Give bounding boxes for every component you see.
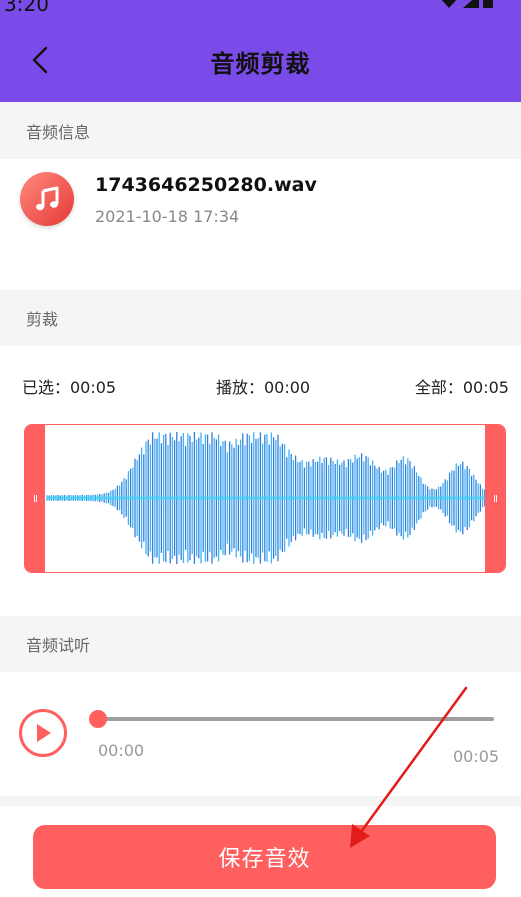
- play-button[interactable]: [19, 709, 67, 757]
- status-bar: 3:20: [0, 0, 521, 16]
- end-time: 00:05: [453, 747, 500, 766]
- page-title: 音频剪裁: [210, 50, 311, 78]
- trim-start-handle[interactable]: II: [25, 425, 45, 572]
- preview-card: [0, 672, 521, 796]
- save-audio-button[interactable]: 保存音效: [33, 825, 496, 889]
- play-icon: [37, 724, 51, 742]
- current-time: 00:00: [98, 741, 145, 760]
- playback-progress-thumb[interactable]: [89, 710, 107, 728]
- signal-icon: [463, 0, 479, 8]
- playback-progress-track[interactable]: [98, 717, 494, 721]
- audio-file-date: 2021-10-18 17:34: [95, 207, 240, 226]
- battery-icon: [483, 0, 493, 8]
- section-label-audio-info: 音频信息: [0, 103, 521, 159]
- trim-end-handle[interactable]: II: [485, 425, 505, 572]
- wifi-icon: [441, 0, 457, 8]
- status-icons: [439, 0, 493, 10]
- waveform-selector[interactable]: II II: [24, 424, 506, 573]
- play-position: 播放：00:00: [216, 378, 311, 397]
- audio-file-avatar: [20, 172, 74, 226]
- status-time: 3:20: [4, 0, 49, 16]
- section-label-preview: 音频试听: [0, 616, 521, 672]
- music-note-icon: [36, 186, 59, 211]
- total-duration: 全部：00:05: [414, 378, 509, 397]
- audio-file-name: 1743646250280.wav: [95, 174, 317, 196]
- selected-duration: 已选：00:05: [22, 378, 117, 397]
- section-label-trim: 剪裁: [0, 290, 521, 346]
- grip-icon: II: [493, 494, 498, 505]
- grip-icon: II: [33, 494, 38, 505]
- waveform: [46, 432, 488, 564]
